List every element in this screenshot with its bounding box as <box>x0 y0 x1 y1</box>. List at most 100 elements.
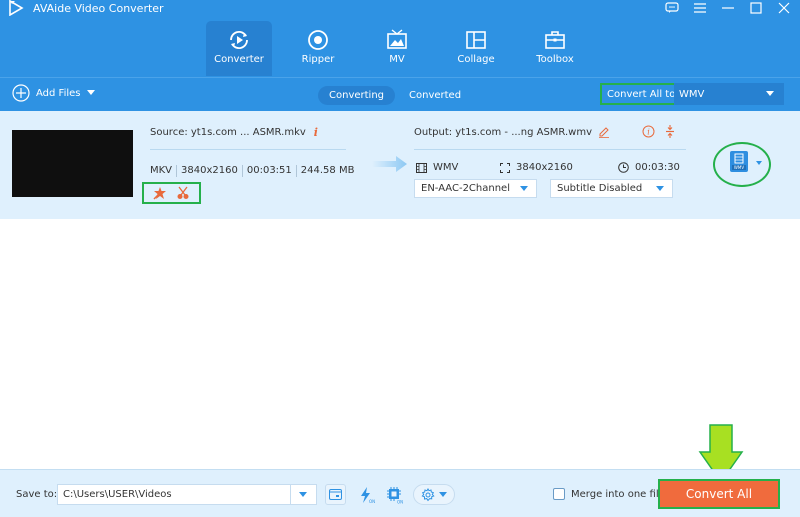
open-folder-button[interactable] <box>325 484 346 505</box>
source-format: MKV <box>150 165 173 176</box>
collage-icon <box>466 31 486 49</box>
chevron-down-icon <box>520 186 528 191</box>
source-meta: MKV 3840x2160 00:03:51 244.58 MB <box>150 165 358 177</box>
bottom-bar: Save to: C:\Users\USER\Videos ON ON Merg… <box>0 469 800 517</box>
film-icon <box>734 153 744 164</box>
file-item: Source: yt1s.com ... ASMR.mkv i MKV 3840… <box>0 111 800 219</box>
checkbox[interactable] <box>553 488 565 500</box>
tab-ripper[interactable]: Ripper <box>285 21 351 76</box>
svg-text:ON: ON <box>369 499 375 504</box>
merge-checkbox[interactable]: Merge into one file <box>553 488 665 500</box>
save-to-label: Save to: <box>16 489 58 500</box>
save-path-select[interactable]: C:\Users\USER\Videos <box>57 484 317 505</box>
toolbar: Add Files Converting Converted Convert A… <box>0 77 800 111</box>
maximize-icon[interactable] <box>748 0 764 16</box>
format-select-value: WMV <box>679 88 705 100</box>
svg-text:ON: ON <box>397 499 403 504</box>
output-duration: 00:03:30 <box>635 162 680 173</box>
output-meta: WMV 3840x2160 00:03:30 <box>416 162 680 176</box>
arrow-right-icon <box>372 156 407 172</box>
output-format-icon[interactable]: WMV <box>730 151 748 172</box>
chevron-down-icon[interactable] <box>756 161 762 165</box>
convert-all-button[interactable]: Convert All <box>658 479 780 509</box>
resize-icon <box>500 162 510 173</box>
add-files-label: Add Files <box>36 87 81 99</box>
main-nav: Converter Ripper MV Collage Toolbox <box>0 20 800 76</box>
lightning-icon: ON <box>360 486 375 504</box>
save-path-value: C:\Users\USER\Videos <box>63 489 172 500</box>
video-thumbnail[interactable] <box>12 130 133 197</box>
hardware-acceleration-button[interactable]: ON <box>356 484 377 505</box>
chevron-down-icon <box>439 492 447 497</box>
app-title: AVAide Video Converter <box>33 2 164 15</box>
output-name-text: Output: yt1s.com - ...ng ASMR.wmv <box>414 126 593 138</box>
divider <box>290 485 291 504</box>
source-filename: Source: yt1s.com ... ASMR.mkv i <box>150 126 318 139</box>
edit-tools <box>142 182 201 204</box>
close-icon[interactable] <box>776 0 792 16</box>
plus-circle-icon <box>12 84 30 102</box>
tab-label: Collage <box>457 54 495 65</box>
tab-converter[interactable]: Converter <box>206 21 272 76</box>
tab-label: MV <box>389 54 405 65</box>
divider <box>414 149 686 150</box>
tab-label: Converter <box>214 54 264 65</box>
disc-icon <box>308 30 328 50</box>
audio-track-value: EN-AAC-2Channel <box>421 183 510 194</box>
clock-icon <box>618 162 629 173</box>
add-files-button[interactable]: Add Files <box>12 84 96 102</box>
audio-track-select[interactable]: EN-AAC-2Channel <box>414 179 537 198</box>
gpu-acceleration-button[interactable]: ON <box>384 484 405 505</box>
film-icon <box>416 162 427 173</box>
cut-icon[interactable] <box>176 186 190 200</box>
tab-label: Ripper <box>301 54 335 65</box>
feedback-icon[interactable] <box>664 0 680 16</box>
app-logo-icon <box>9 0 24 16</box>
output-duration-info: 00:03:30 <box>618 162 680 173</box>
edit-pencil-icon[interactable] <box>598 126 610 138</box>
format-badge: WMV <box>732 165 746 170</box>
tab-toolbox[interactable]: Toolbox <box>522 21 588 76</box>
cpu-icon: ON <box>386 486 403 504</box>
output-info-icon[interactable]: i <box>642 125 655 138</box>
output-format: WMV <box>433 162 459 173</box>
tab-converting[interactable]: Converting <box>318 86 395 105</box>
toolbox-icon <box>545 31 565 49</box>
convert-all-to-label: Convert All to: <box>600 83 686 105</box>
menu-icon[interactable] <box>692 0 708 16</box>
subtitle-value: Subtitle Disabled <box>557 183 643 194</box>
edit-effect-icon[interactable] <box>153 186 167 200</box>
view-segment: Converting Converted <box>318 86 475 105</box>
merge-label: Merge into one file <box>571 488 665 500</box>
output-format-info: WMV <box>416 162 458 173</box>
chevron-down-icon <box>656 186 664 191</box>
output-resolution-info: 3840x2160 <box>500 162 573 173</box>
tab-label: Toolbox <box>536 54 574 65</box>
tv-icon <box>387 29 407 49</box>
output-filename: Output: yt1s.com - ...ng ASMR.wmv <box>414 126 610 138</box>
source-name-text: Source: yt1s.com ... ASMR.mkv <box>150 127 306 138</box>
subtitle-select[interactable]: Subtitle Disabled <box>550 179 673 198</box>
divider <box>150 149 346 150</box>
title-bar: AVAide Video Converter <box>0 0 800 20</box>
minimize-icon[interactable] <box>720 0 736 16</box>
chevron-down-icon <box>766 91 774 96</box>
tab-collage[interactable]: Collage <box>443 21 509 76</box>
tab-mv[interactable]: MV <box>364 21 430 76</box>
source-duration: 00:03:51 <box>241 165 296 177</box>
chevron-down-icon[interactable] <box>299 492 307 497</box>
header: AVAide Video Converter Converter Ripper … <box>0 0 800 111</box>
svg-text:i: i <box>647 128 650 137</box>
convert-icon <box>230 30 248 50</box>
chevron-down-icon[interactable] <box>86 90 96 96</box>
info-icon[interactable]: i <box>314 126 318 139</box>
output-resolution: 3840x2160 <box>516 162 573 173</box>
convert-all-format-select[interactable]: WMV <box>674 83 784 105</box>
source-resolution: 3840x2160 <box>176 165 242 177</box>
tab-converted[interactable]: Converted <box>395 86 475 105</box>
source-size: 244.58 MB <box>295 165 359 177</box>
gear-icon <box>421 487 435 501</box>
folder-icon <box>329 489 342 500</box>
settings-button[interactable] <box>413 484 455 505</box>
compress-icon[interactable] <box>665 125 675 138</box>
